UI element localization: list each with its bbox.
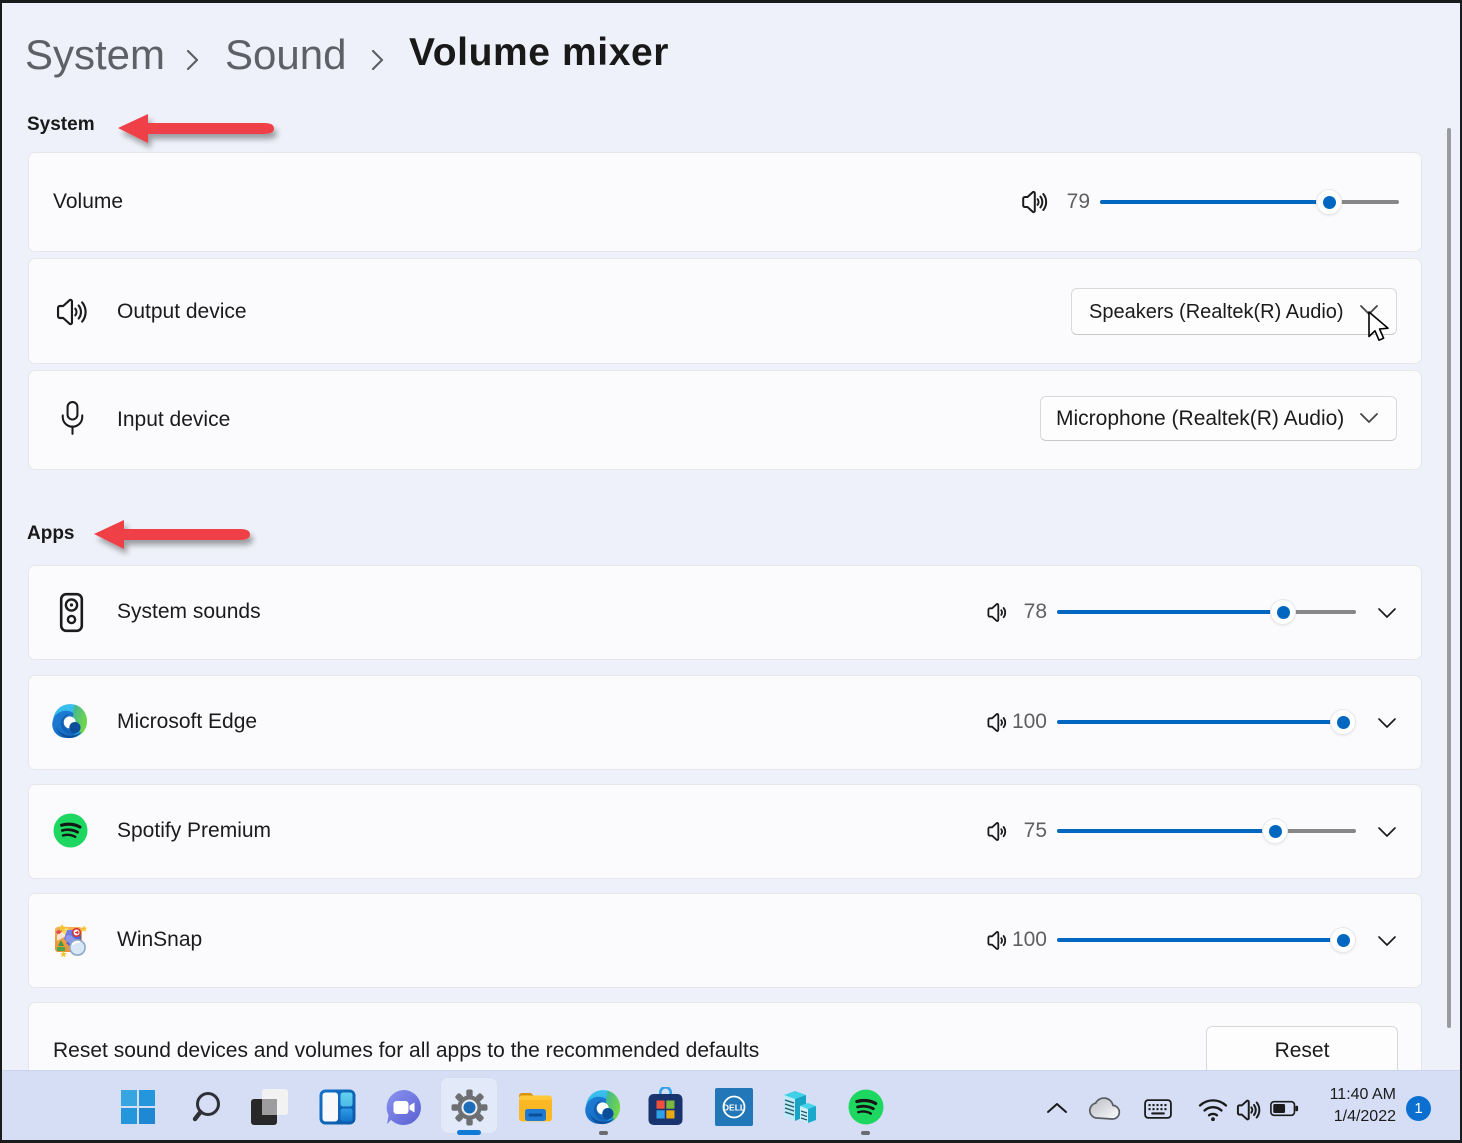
svg-text:DELL: DELL	[723, 1102, 745, 1112]
